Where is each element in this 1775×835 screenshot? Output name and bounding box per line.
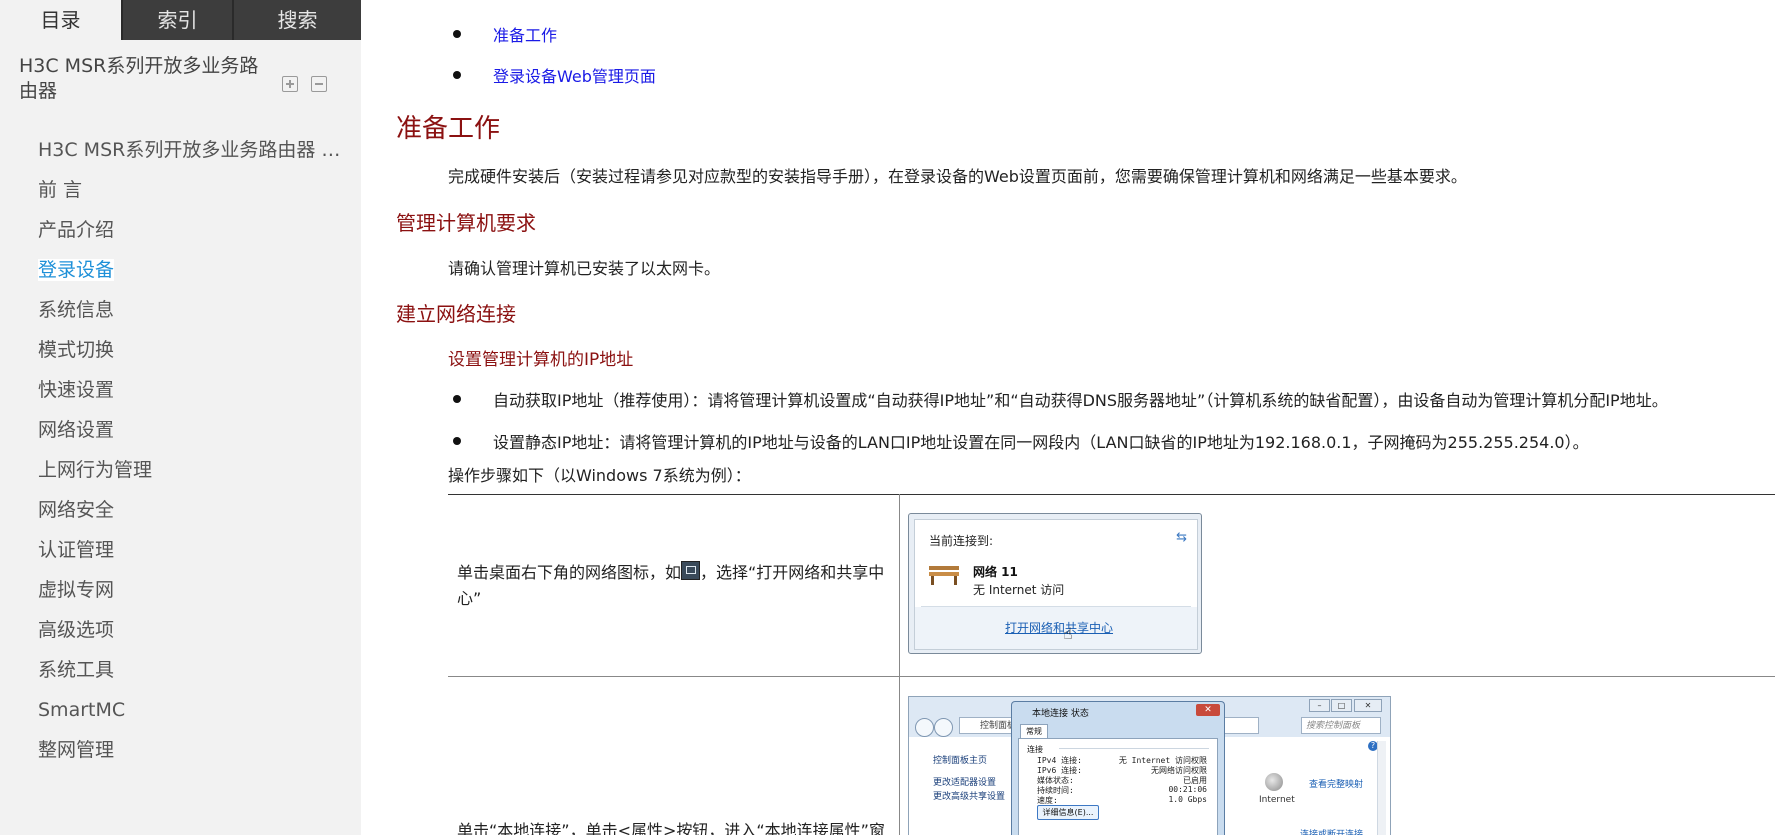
details-button: 详细信息(E)... [1037,805,1099,820]
toc-item[interactable]: 上网行为管理 [0,450,361,490]
status-value: 1.0 Gbps [1168,795,1207,804]
toc-item[interactable]: 系统工具 [0,650,361,690]
toc-item[interactable]: 系统信息 [0,290,361,330]
toc-item-label: 系统信息 [38,299,115,321]
table-column-divider [899,494,900,835]
collapse-all-icon[interactable] [311,76,327,92]
expand-all-icon[interactable] [282,76,298,92]
network-bench-icon [929,566,959,585]
dialog-close-icon: ✕ [1196,704,1220,716]
side-item: 更改高级共享设置 [933,792,1006,802]
table-row-divider [448,676,1775,677]
step-2-text: 单击“本地连接”，单击<属性>按钮，进入“本地连接属性”窗 [457,821,885,835]
dialog-section-label: 连接 [1027,745,1043,754]
refresh-icon: ⇆ [1176,530,1187,545]
toc-item-label: 上网行为管理 [38,459,153,481]
intro-text: 完成硬件安装后（安装过程请参见对应款型的安装指导手册），在登录设备的Web设置页… [448,167,1467,186]
step-1-text-before: 单击桌面右下角的网络图标，如 [457,563,682,582]
toc-item-label: 网络设置 [38,419,115,441]
toc-item[interactable]: 模式切换 [0,330,361,370]
dialog-tab-general: 常规 [1020,724,1048,739]
table-top-border [448,494,1775,495]
toc-item[interactable]: 登录设备 [0,250,361,290]
toc-item[interactable]: 虚拟专网 [0,570,361,610]
step-1-text: 单击桌面右下角的网络图标，如 ，选择“打开网络和共享中心” [457,560,897,612]
close-icon: ✕ [1354,699,1382,712]
tab-search[interactable]: 搜索 [234,0,361,40]
steps-intro: 操作步骤如下（以Windows 7系统为例）： [448,466,751,485]
heading-network-connection: 建立网络连接 [396,302,516,326]
network-name: 网络 11 [973,565,1018,579]
toc-item-label: 模式切换 [38,339,115,361]
forward-icon [934,718,953,737]
screenshot-network-popup: 当前连接到: ⇆ 网络 11 无 Internet 访问 打开网络和共享中心 ☝ [908,513,1202,654]
connection-status-dialog: 本地连接 状态 ✕ 常规 连接 IPv4 连接: 无 Internet 访问权限… [1011,701,1225,835]
side-item: 更改适配器设置 [933,778,997,788]
search-box: 搜索控制面板 [1301,717,1381,734]
toc-item-label: 高级选项 [38,619,115,641]
toc-item-label: 登录设备 [38,259,115,281]
status-value: 00:21:06 [1168,785,1207,794]
toc-item-label: 快速设置 [38,379,115,401]
pc-requirement-text: 请确认管理计算机已安装了以太网卡。 [448,259,721,278]
page-toc-links: 准备工作 登录设备Web管理页面 [453,22,656,87]
screenshot-local-connection: – □ ✕ 控制面板 搜索控制面板 控制面板主页 更改适配器设置 更改高级共享设… [908,696,1391,835]
minimize-icon: – [1309,699,1330,712]
heading-pc-requirements: 管理计算机要求 [396,211,536,235]
link-preparation[interactable]: 准备工作 [493,26,557,45]
divider [1059,748,1209,749]
internet-label: Internet [1259,795,1295,805]
dialog-title: 本地连接 状态 [1032,709,1089,719]
link-login-web[interactable]: 登录设备Web管理页面 [493,67,656,86]
sidebar-tabs: 目录 索引 搜索 [0,0,361,40]
toc-item-label: 整网管理 [38,739,115,761]
hand-cursor-icon: ☝ [1063,624,1073,643]
book-title: H3C MSR系列开放多业务路由器 [19,55,259,102]
tab-contents[interactable]: 目录 [0,0,123,40]
network-status: 无 Internet 访问 [973,583,1065,597]
globe-icon [1265,773,1283,791]
scrollbar [1377,741,1386,835]
toc-item[interactable]: H3C MSR系列开放多业务路由器 Web网管 [0,130,361,170]
connect-disconnect-link: 连接或断开连接 [1300,830,1364,835]
book-header: H3C MSR系列开放多业务路由器 [0,40,361,114]
tab-index[interactable]: 索引 [123,0,234,40]
toc-item[interactable]: 高级选项 [0,610,361,650]
toc-item-label: SmartMC [38,699,126,721]
toc-item-label: 虚拟专网 [38,579,115,601]
list-item: 自动获取IP地址（推荐使用）：请将管理计算机设置成“自动获得IP地址”和“自动获… [453,387,1668,429]
view-full-map-link: 查看完整映射 [1309,780,1364,790]
side-item: 控制面板主页 [933,756,988,766]
toc-item-label: 产品介绍 [38,219,115,241]
toc-item[interactable]: 前 言 [0,170,361,210]
page-title: 准备工作 [396,114,501,144]
maximize-icon: □ [1331,699,1352,712]
list-item: 设置静态IP地址：请将管理计算机的IP地址与设备的LAN口IP地址设置在同一网段… [453,429,1668,453]
back-icon [915,718,934,737]
list-item: 准备工作 [453,22,656,63]
open-network-center-link: 打开网络和共享中心 [1005,621,1114,635]
toc-item-label: 网络安全 [38,499,115,521]
dialog-body: 连接 IPv4 连接: 无 Internet 访问权限 IPv6 连接: 无网络… [1018,738,1218,835]
toc-item-label: 前 言 [38,179,83,201]
heading-set-ip: 设置管理计算机的IP地址 [448,350,634,370]
popup-panel: 当前连接到: ⇆ 网络 11 无 Internet 访问 打开网络和共享中心 ☝ [914,519,1198,650]
toc-list: H3C MSR系列开放多业务路由器 Web网管前 言产品介绍登录设备系统信息模式… [0,130,361,770]
main-content: 准备工作 登录设备Web管理页面 准备工作 完成硬件安装后（安装过程请参见对应款… [361,0,1775,835]
toc-item[interactable]: 网络设置 [0,410,361,450]
toc-item[interactable]: 网络安全 [0,490,361,530]
toc-item-label: 认证管理 [38,539,115,561]
toc-item-label: H3C MSR系列开放多业务路由器 Web网管 [38,139,361,161]
toc-item[interactable]: 整网管理 [0,730,361,770]
toc-item[interactable]: 认证管理 [0,530,361,570]
toc-item[interactable]: 快速设置 [0,370,361,410]
toc-item[interactable]: 产品介绍 [0,210,361,250]
sidebar: 目录 索引 搜索 H3C MSR系列开放多业务路由器 H3C MSR系列开放多业… [0,0,361,835]
network-tray-icon [681,561,701,580]
popup-header: 当前连接到: [929,534,994,548]
toc-item-label: 系统工具 [38,659,115,681]
list-item: 登录设备Web管理页面 [453,63,656,87]
toc-item[interactable]: SmartMC [0,690,361,730]
ip-bullets: 自动获取IP地址（推荐使用）：请将管理计算机设置成“自动获得IP地址”和“自动获… [453,387,1668,453]
